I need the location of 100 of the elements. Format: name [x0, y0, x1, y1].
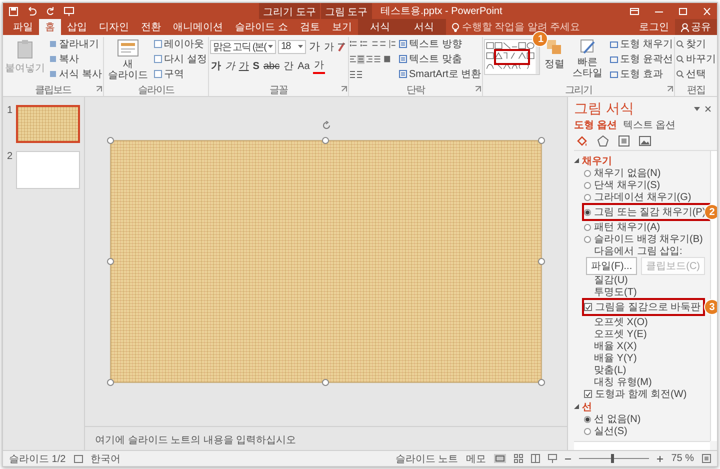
- ribbon-tab[interactable]: 슬라이드 쇼: [229, 19, 294, 35]
- slideshow-icon[interactable]: [548, 454, 558, 463]
- dialog-launcher-icon[interactable]: [475, 86, 482, 92]
- ribbon-display-icon[interactable]: [630, 8, 639, 14]
- pentagon-icon[interactable]: [597, 135, 609, 147]
- share-button[interactable]: 공유: [675, 19, 717, 35]
- radio-option[interactable]: 선 없음(N): [584, 412, 643, 426]
- resize-handle[interactable]: [538, 258, 545, 264]
- collapse-triangle-icon[interactable]: [574, 158, 579, 163]
- slide-sorter-icon[interactable]: [514, 454, 524, 463]
- font-family-dropdown[interactable]: 맑은 고딕 (본(: [210, 40, 276, 54]
- slideshow-icon[interactable]: [64, 6, 74, 16]
- collapse-triangle-icon[interactable]: [574, 404, 579, 409]
- zoom-level[interactable]: 75 %: [671, 453, 694, 464]
- vertical-scrollbar[interactable]: [710, 151, 717, 441]
- font-size-dropdown[interactable]: 18: [278, 40, 306, 54]
- notes-button[interactable]: 슬라이드 노트: [395, 452, 458, 466]
- shape-format-command[interactable]: 도형 윤곽선: [610, 52, 673, 66]
- sign-in-link[interactable]: 로그인: [633, 19, 675, 35]
- list-buttons-icon[interactable]: [350, 40, 396, 49]
- font-format-button[interactable]: 가: [312, 58, 325, 74]
- dropdown-icon[interactable]: [694, 107, 700, 111]
- font-format-button[interactable]: 간: [282, 59, 295, 73]
- ribbon-tab[interactable]: 파일: [7, 19, 39, 35]
- ribbon-tab[interactable]: 보기: [326, 19, 358, 35]
- editing-command[interactable]: 선택: [676, 67, 716, 81]
- maximize-icon[interactable]: [679, 8, 687, 14]
- ribbon-tab[interactable]: 삽입: [61, 19, 93, 35]
- radio-option[interactable]: 그라데이션 채우기(G): [584, 190, 694, 204]
- pane-tab[interactable]: 텍스트 옵션: [622, 118, 676, 131]
- slide-command[interactable]: 다시 설정: [154, 52, 207, 66]
- save-icon[interactable]: [9, 6, 18, 16]
- text-command[interactable]: 텍스트 방향: [399, 37, 482, 51]
- undo-icon[interactable]: [27, 6, 37, 16]
- resize-handle[interactable]: [322, 137, 329, 144]
- slide-command[interactable]: 구역: [154, 67, 207, 81]
- ribbon-tab[interactable]: 디자인: [93, 19, 135, 35]
- editing-command[interactable]: 찾기: [676, 37, 716, 51]
- text-command[interactable]: 텍스트 맞춤: [399, 52, 482, 66]
- font-size-button[interactable]: 가: [308, 39, 322, 54]
- font-format-button[interactable]: 가: [238, 59, 250, 73]
- ribbon-tab[interactable]: 검토: [294, 19, 326, 35]
- font-format-button[interactable]: S: [252, 60, 260, 72]
- redo-icon[interactable]: [46, 6, 55, 16]
- language-label[interactable]: 한국어: [90, 452, 121, 466]
- slide-thumbnail[interactable]: [16, 151, 80, 189]
- size-layout-icon[interactable]: [618, 135, 630, 147]
- new-slide-button[interactable]: 새 슬라이드: [104, 37, 152, 83]
- shapes-gallery[interactable]: [484, 39, 540, 75]
- slide-thumbnail[interactable]: [16, 105, 80, 143]
- shape-format-command[interactable]: 도형 채우기: [610, 37, 673, 51]
- resize-handle[interactable]: [107, 379, 114, 386]
- radio-option[interactable]: 실선(S): [584, 424, 630, 438]
- insert-picture-button[interactable]: 파일(F)...: [586, 256, 638, 274]
- resize-handle[interactable]: [322, 379, 329, 386]
- slide-command[interactable]: 레이아웃: [154, 37, 207, 51]
- font-size-button[interactable]: 가: [323, 40, 336, 54]
- horizontal-scrollbar[interactable]: [574, 441, 710, 450]
- clipboard-command[interactable]: 복사: [49, 52, 102, 66]
- font-format-button[interactable]: 가: [210, 59, 222, 73]
- reading-view-icon[interactable]: [531, 454, 540, 463]
- clipboard-command[interactable]: 서식 복사: [49, 67, 102, 81]
- editing-command[interactable]: 바꾸기: [676, 52, 716, 66]
- resize-handle[interactable]: [107, 258, 114, 264]
- spell-check-icon[interactable]: [74, 454, 83, 462]
- checkbox-option[interactable]: 도형과 함께 회전(W): [584, 387, 689, 401]
- font-format-button[interactable]: 가: [224, 59, 236, 73]
- close-icon[interactable]: [705, 106, 711, 112]
- clipboard-command[interactable]: 잘라내기: [49, 37, 102, 51]
- ribbon-tab[interactable]: 홈: [39, 19, 61, 35]
- dialog-launcher-icon[interactable]: [341, 86, 348, 92]
- radio-option[interactable]: 패턴 채우기(A): [584, 220, 662, 234]
- zoom-in-icon[interactable]: [657, 456, 664, 462]
- section-title[interactable]: 선: [582, 400, 592, 414]
- ribbon-tab[interactable]: 서식: [358, 19, 402, 35]
- zoom-out-icon[interactable]: [565, 456, 572, 462]
- ribbon-tab[interactable]: 전환: [135, 19, 167, 35]
- section-title[interactable]: 채우기: [582, 154, 612, 168]
- radio-option[interactable]: 슬라이드 배경 채우기(B): [584, 232, 705, 246]
- dialog-launcher-icon[interactable]: [667, 86, 673, 92]
- radio-option[interactable]: 단색 채우기(S): [584, 178, 662, 192]
- rotate-handle-icon[interactable]: [322, 121, 331, 130]
- comments-button[interactable]: 메모: [466, 452, 486, 466]
- pane-tab[interactable]: 도형 옵션: [574, 118, 617, 131]
- resize-handle[interactable]: [107, 137, 114, 144]
- checkbox-option[interactable]: 그림을 질감으로 바둑판: [584, 300, 703, 314]
- quick-styles-button[interactable]: 빠른 스타일: [568, 37, 608, 83]
- fit-to-window-icon[interactable]: [702, 454, 711, 463]
- ribbon-tab[interactable]: 서식: [402, 19, 446, 35]
- shape-format-command[interactable]: 도형 효과: [610, 67, 673, 81]
- ribbon-tab[interactable]: 애니메이션: [167, 19, 229, 35]
- resize-handle[interactable]: [538, 137, 545, 144]
- font-format-button[interactable]: Aa: [296, 60, 311, 72]
- dialog-launcher-icon[interactable]: [96, 86, 102, 92]
- resize-handle[interactable]: [538, 379, 545, 386]
- text-command[interactable]: SmartArt로 변환: [399, 67, 482, 81]
- normal-view-icon[interactable]: [494, 454, 506, 463]
- radio-option[interactable]: 채우기 없음(N): [584, 166, 663, 180]
- picture-icon[interactable]: [639, 135, 651, 147]
- font-format-button[interactable]: abc: [262, 60, 281, 72]
